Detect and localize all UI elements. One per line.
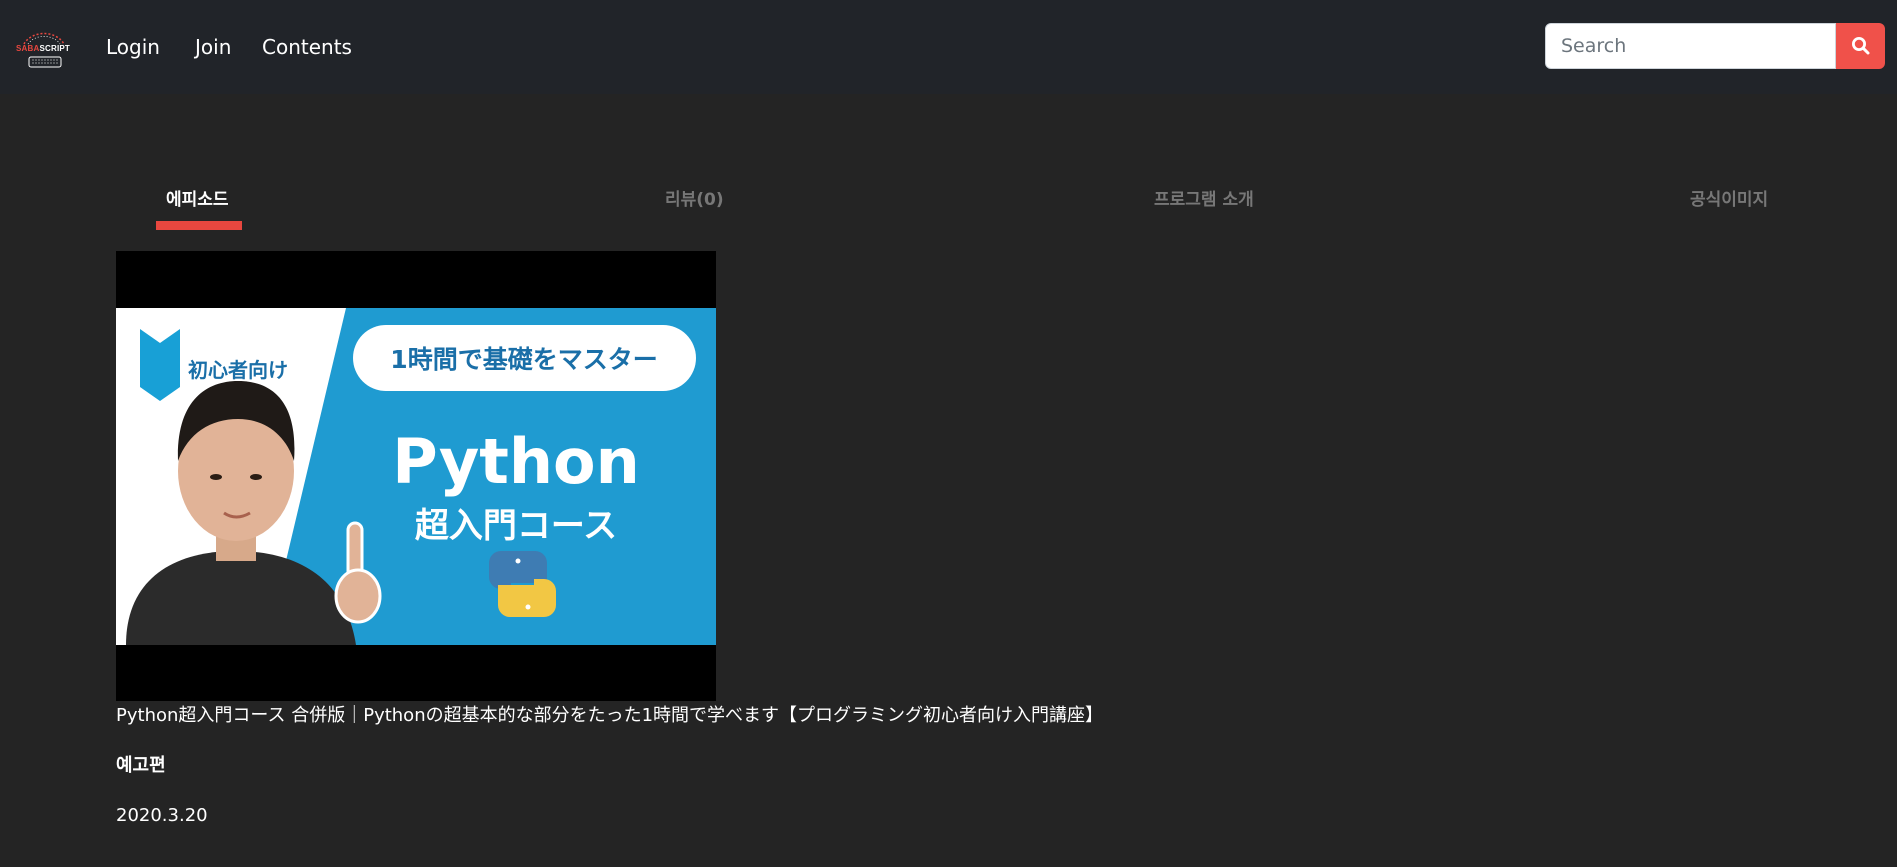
thumbnail-subheading: 超入門コース bbox=[415, 506, 617, 546]
beginner-badge-text: 初心者向け bbox=[188, 358, 288, 382]
thumbnail-heading: Python bbox=[392, 425, 640, 498]
episode-title[interactable]: Python超入門コース 合併版｜Pythonの超基本的な部分をたった1時間で学… bbox=[116, 704, 1103, 728]
episode-label: 예고편 bbox=[116, 755, 166, 776]
search-input[interactable] bbox=[1545, 23, 1836, 69]
thumbnail-artwork: 初心者向け 1時間で基礎をマスター Python 超入門コース bbox=[116, 308, 716, 645]
tab-episodes[interactable]: 에피소드 bbox=[166, 188, 229, 212]
navbar: SABASCRIPT Login Join Contents bbox=[0, 0, 1897, 94]
search-button[interactable] bbox=[1836, 23, 1885, 69]
keyboard-icon bbox=[28, 56, 62, 68]
nav-contents-link[interactable]: Contents bbox=[262, 34, 352, 60]
nav-login-link[interactable]: Login bbox=[106, 34, 160, 60]
episode-date: 2020.3.20 bbox=[116, 805, 208, 826]
nav-join-link[interactable]: Join bbox=[195, 34, 231, 60]
episode-thumbnail[interactable]: 初心者向け 1時間で基礎をマスター Python 超入門コース bbox=[116, 251, 716, 701]
search-icon bbox=[1851, 37, 1869, 55]
tab-reviews[interactable]: 리뷰(0) bbox=[665, 188, 724, 212]
tab-program-intro[interactable]: 프로그램 소개 bbox=[1154, 188, 1254, 212]
logo-text: SABASCRIPT bbox=[16, 44, 71, 53]
active-tab-indicator bbox=[156, 221, 242, 230]
tab-official-images[interactable]: 공식이미지 bbox=[1690, 188, 1768, 212]
banner-text: 1時間で基礎をマスター bbox=[390, 345, 657, 374]
sabascript-logo[interactable]: SABASCRIPT bbox=[14, 22, 74, 72]
